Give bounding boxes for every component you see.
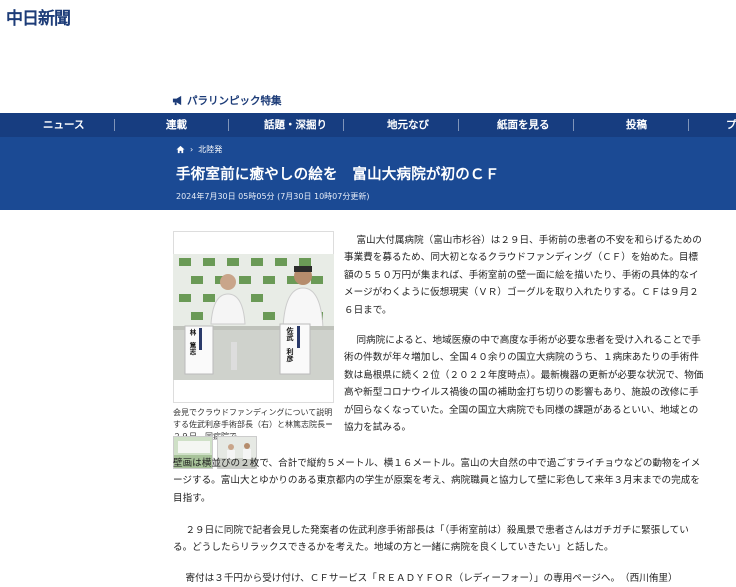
article-date: 2024年7月30日 05時05分 (7月30日 10時07分更新) <box>176 192 370 201</box>
article-photo[interactable] <box>173 254 334 380</box>
nav-separator <box>228 119 229 131</box>
special-link-label: パラリンピック特集 <box>187 95 282 107</box>
nav-separator <box>458 119 459 131</box>
paragraph-text: ２９日に同院で記者会見した発案者の佐武利彦手術部長は「（手術室前は）殺風景で患者… <box>173 525 689 554</box>
paragraph-text: 壁画は横並びの２枚で、合計で縦約５メートル、横１６メートル。富山の大自然の中で過… <box>173 458 701 504</box>
paragraph-text: 寄付は３千円から受け付け、ＣＦサービス「ＲＥＡＤＹＦＯＲ（レディーフォー）」の専… <box>185 573 678 584</box>
chevron-right-icon: › <box>190 145 194 154</box>
placard-right: 佐武 利彦 <box>286 327 294 362</box>
nav-separator <box>688 119 689 131</box>
nav-item-paper[interactable]: 紙面を見る <box>497 113 550 137</box>
article-paragraph: 同病院によると、地域医療の中で高度な手術が必要な患者を受け入れることで手術の件数… <box>344 332 704 436</box>
article-title: 手術室前に癒やしの絵を 富山大病院が初のＣＦ <box>176 167 500 183</box>
nav-separator <box>573 119 574 131</box>
breadcrumb: › 北陸発 <box>176 144 222 155</box>
home-icon[interactable] <box>176 145 185 154</box>
article-paragraph: 富山大付属病院（富山市杉谷）は２９日、手術前の患者の不安を和らげるための事業費を… <box>344 232 704 319</box>
article-paragraph: 壁画は横並びの２枚で、合計で縦約５メートル、横１６メートル。富山の大自然の中で過… <box>173 455 704 507</box>
placard-left: 林 篤志 <box>188 329 196 355</box>
paragraph-text: 富山大付属病院（富山市杉谷）は２９日、手術前の患者の不安を和らげるための事業費を… <box>344 235 702 316</box>
site-logo[interactable]: 中日新聞 <box>6 4 71 29</box>
nav-item-more[interactable]: プ <box>726 113 736 137</box>
main-nav: ニュース 連載 話題・深掘り 地元なび 紙面を見る 投稿 プ <box>0 113 736 137</box>
nav-separator <box>114 119 115 131</box>
nav-item-topics[interactable]: 話題・深掘り <box>264 113 327 137</box>
nav-item-local[interactable]: 地元なび <box>387 113 429 137</box>
megaphone-icon <box>172 95 182 106</box>
paralympic-special-link[interactable]: パラリンピック特集 <box>172 93 282 108</box>
nav-item-post[interactable]: 投稿 <box>626 113 647 137</box>
paragraph-text: 同病院によると、地域医療の中で高度な手術が必要な患者を受け入れることで手術の件数… <box>344 335 704 434</box>
article-paragraph: 寄付は３千円から受け付け、ＣＦサービス「ＲＥＡＤＹＦＯＲ（レディーフォー）」の専… <box>173 570 704 587</box>
nav-separator <box>343 119 344 131</box>
nav-item-news[interactable]: ニュース <box>43 113 84 137</box>
nav-item-series[interactable]: 連載 <box>166 113 187 137</box>
breadcrumb-section[interactable]: 北陸発 <box>198 144 222 155</box>
article-paragraph: ２９日に同院で記者会見した発案者の佐武利彦手術部長は「（手術室前は）殺風景で患者… <box>173 522 704 557</box>
